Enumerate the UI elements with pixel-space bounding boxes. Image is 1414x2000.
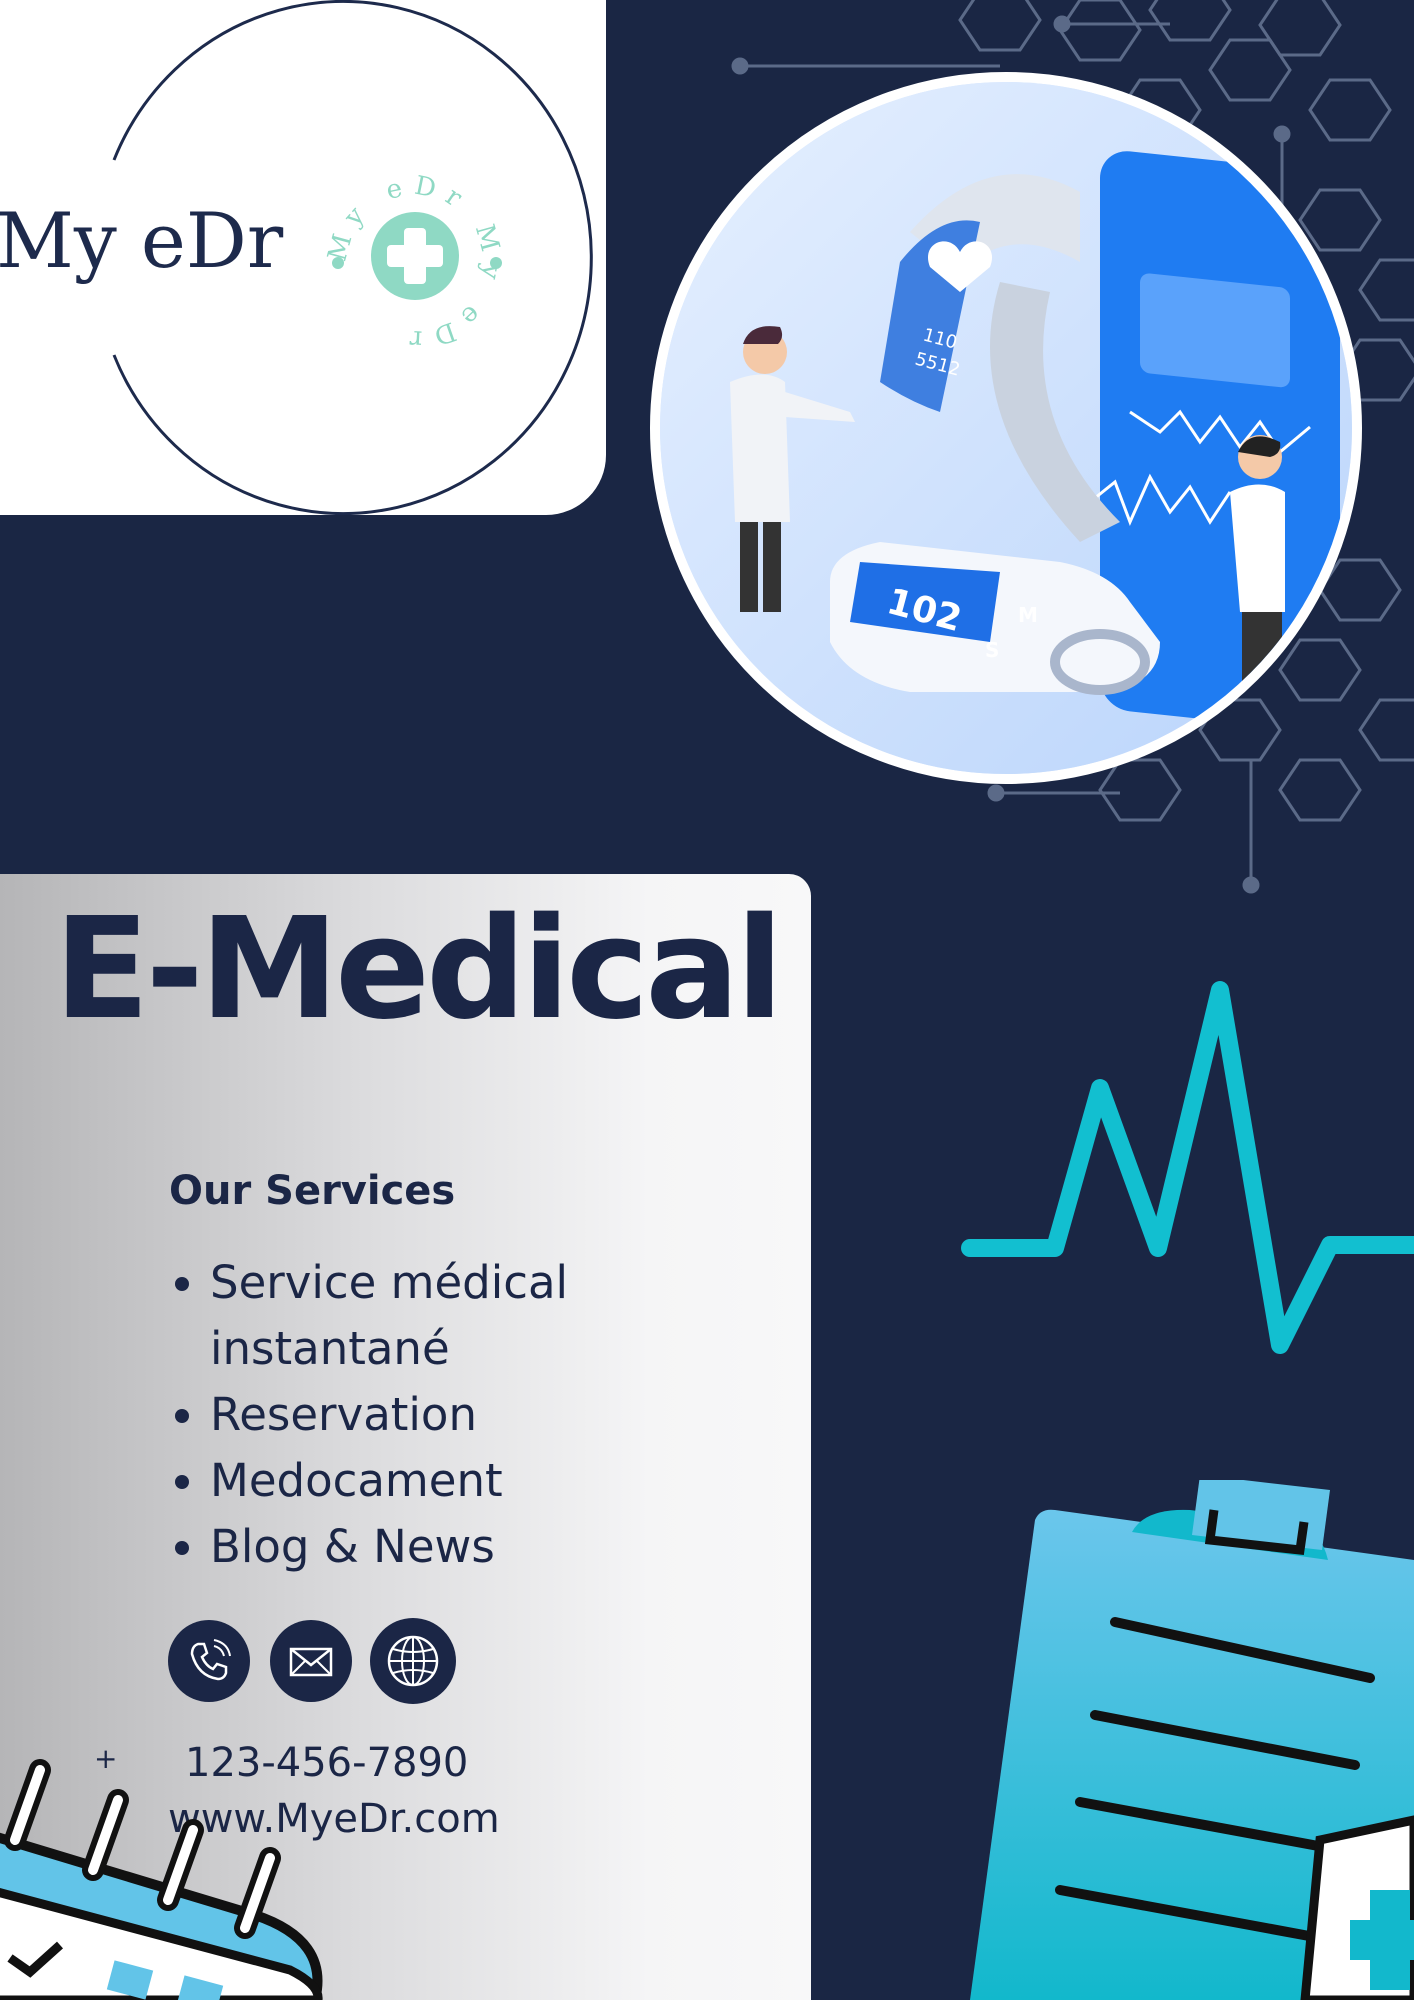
- medical-cross-icon-h: [387, 245, 443, 267]
- clipboard-icon: [970, 1480, 1414, 2000]
- brand-name: My eDr: [0, 196, 284, 285]
- phone-icon[interactable]: [168, 1620, 250, 1702]
- seal-dot-right: [490, 257, 502, 269]
- monitor-button-m: M: [1018, 603, 1038, 627]
- service-item: Blog & News: [210, 1514, 670, 1580]
- service-item: Reservation: [210, 1382, 670, 1448]
- monitor-button-s: S: [985, 638, 999, 662]
- headline: E-Medical: [54, 888, 784, 1051]
- mail-icon[interactable]: [270, 1620, 352, 1702]
- services-list: Service médical instantané Reservation M…: [168, 1250, 670, 1580]
- service-item: Medocament: [210, 1448, 670, 1514]
- hero-illustration: 110 5512 102 M S: [650, 72, 1362, 784]
- logo-card: My eDr My eDr My eDr: [0, 0, 606, 515]
- calendar-icon: [0, 1759, 323, 2000]
- seal-dot-left: [332, 257, 344, 269]
- service-item: Service médical instantané: [210, 1250, 670, 1382]
- globe-icon[interactable]: [370, 1618, 456, 1704]
- services-title: Our Services: [169, 1168, 456, 1214]
- heartbeat-pulse-icon: [961, 981, 1414, 1354]
- logo-seal: My eDr My eDr: [322, 171, 502, 354]
- medical-devices-illustration: 110 5512 102 M S: [660, 82, 1352, 774]
